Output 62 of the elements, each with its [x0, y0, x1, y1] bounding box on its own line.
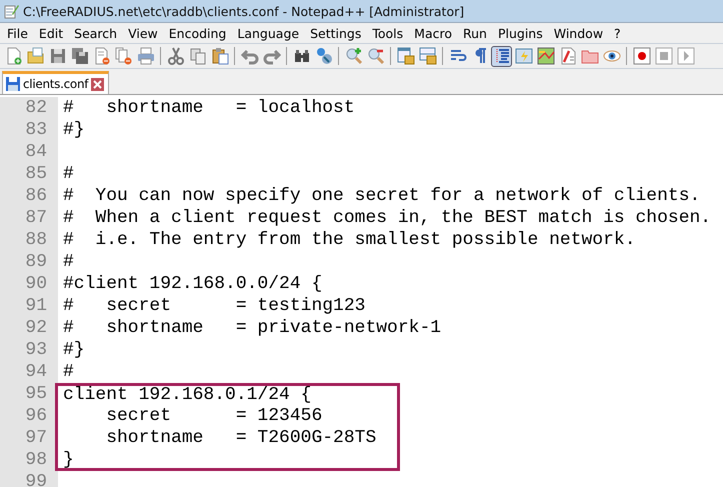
line-number: 83: [0, 119, 58, 141]
code-line: #}: [63, 120, 85, 140]
code-line: #: [63, 362, 74, 382]
code-line: #: [63, 252, 74, 272]
code-line: #: [63, 164, 74, 184]
line-number: 86: [0, 185, 58, 207]
code-line: }: [63, 450, 74, 470]
line-number: 93: [0, 339, 58, 361]
save-all-icon[interactable]: [69, 46, 90, 66]
menu-item[interactable]: View: [123, 26, 164, 40]
code-line: # shortname = private-network-1: [63, 318, 442, 338]
menu-item[interactable]: Language: [232, 26, 306, 40]
menu-item[interactable]: Macro: [409, 26, 458, 40]
open-icon[interactable]: [25, 46, 46, 66]
indent-guide-icon[interactable]: [491, 46, 512, 66]
line-number: 92: [0, 317, 58, 339]
line-number: 89: [0, 251, 58, 273]
notepad-icon: [3, 3, 19, 19]
code-line: secret = 123456: [105, 406, 322, 426]
menu-item[interactable]: Encoding: [164, 26, 232, 40]
window-title: C:\FreeRADIUS.net\etc\raddb\clients.conf - Notepad++ [Administrator]: [23, 4, 464, 18]
line-number: 84: [0, 141, 58, 163]
close-icon[interactable]: [91, 78, 104, 90]
line-number: 94: [0, 361, 58, 383]
line-number: 96: [0, 405, 58, 427]
cut-icon[interactable]: [165, 46, 186, 66]
menu-item[interactable]: Plugins: [492, 26, 549, 40]
code-line: # shortname = localhost: [63, 98, 355, 118]
print-icon[interactable]: [135, 46, 156, 66]
code-line: # When a client request comes in, the BEST match is chosen.: [63, 208, 712, 228]
menu-item[interactable]: Run: [458, 26, 493, 40]
code-line: # secret = testing123: [63, 296, 366, 316]
record-icon[interactable]: [631, 46, 652, 66]
line-number: 85: [0, 163, 58, 185]
code-line: shortname = T2600G-28TS: [105, 428, 376, 448]
line-number: 97: [0, 427, 58, 449]
line-number: 88: [0, 229, 58, 251]
line-number: 99: [0, 471, 58, 487]
code-line: # i.e. The entry from the smallest possible network.: [63, 230, 636, 250]
sync-horizontal-icon[interactable]: [417, 46, 438, 66]
sync-vertical-icon[interactable]: [395, 46, 416, 66]
menu-item[interactable]: Tools: [367, 26, 410, 40]
menu-item[interactable]: Edit: [34, 26, 70, 40]
menu-item[interactable]: Window: [548, 26, 610, 40]
menu-item[interactable]: ?: [609, 26, 627, 40]
menu-item[interactable]: Search: [69, 26, 124, 40]
code-line: client 192.168.0.1/24 {: [63, 385, 312, 405]
line-number: 82: [0, 97, 58, 119]
close-all-icon[interactable]: [113, 46, 134, 66]
line-number: 87: [0, 207, 58, 229]
line-number: 91: [0, 295, 58, 317]
play-icon[interactable]: [675, 46, 696, 66]
code-line: #}: [63, 340, 85, 360]
stop-icon[interactable]: [653, 46, 674, 66]
file-tab[interactable]: clients.conf: [2, 71, 110, 94]
menu-item[interactable]: File: [2, 26, 34, 40]
line-number: 95: [0, 383, 58, 405]
line-number: 98: [0, 449, 58, 471]
menu-item[interactable]: Settings: [305, 26, 368, 40]
code-line: # You can now specify one secret for a network of clients.: [63, 186, 700, 206]
line-number: 90: [0, 273, 58, 295]
code-line: #client 192.168.0.0/24 {: [63, 274, 322, 294]
